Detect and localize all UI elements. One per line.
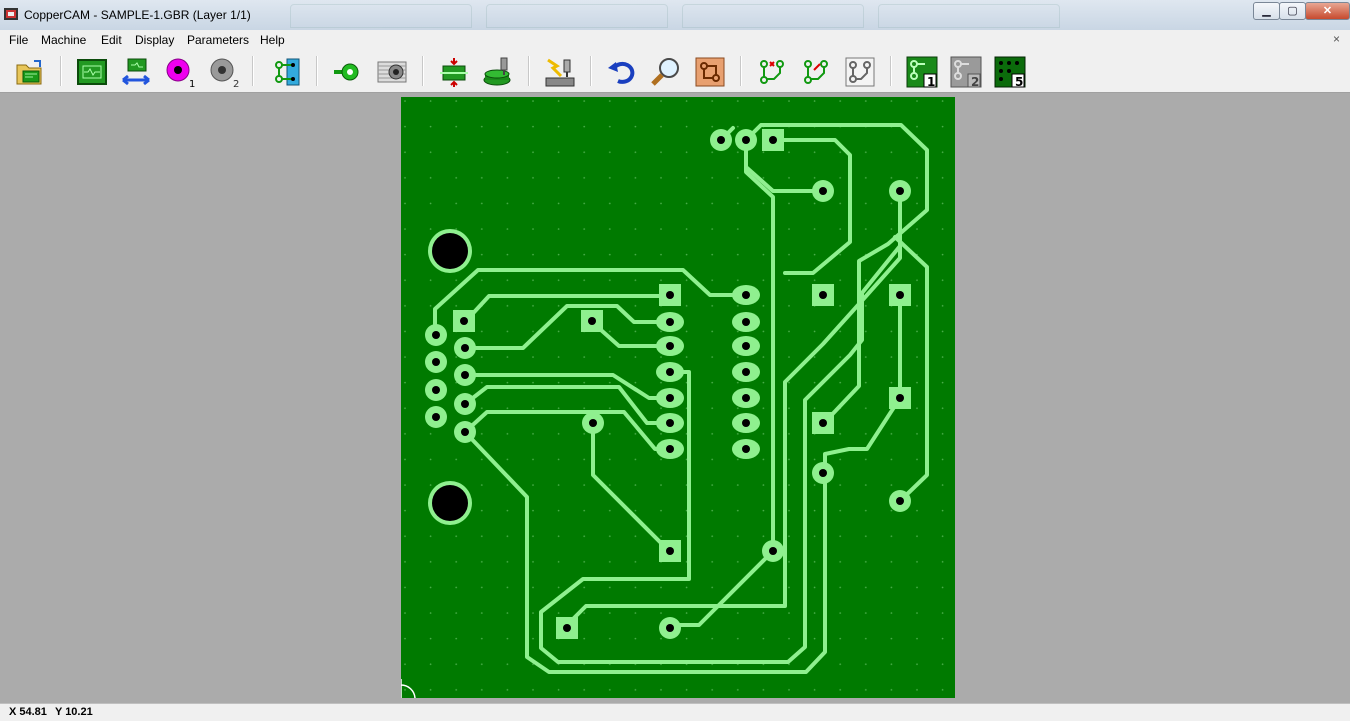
menu-display[interactable]: Display xyxy=(135,33,174,47)
pcb-board[interactable] xyxy=(401,97,955,698)
layer-1-icon[interactable]: 1 xyxy=(906,56,938,88)
title-bar: CopperCAM - SAMPLE-1.GBR (Layer 1/1) ▁ ▢… xyxy=(0,0,1350,31)
track-contour-2-icon[interactable] xyxy=(800,56,832,88)
pad-2-badge: 2 xyxy=(233,79,239,88)
app-icon xyxy=(4,8,18,20)
hatching-icon[interactable] xyxy=(376,56,408,88)
mdi-close-icon[interactable]: × xyxy=(1333,32,1340,46)
menu-file[interactable]: File xyxy=(9,33,28,47)
drilling-icon[interactable] xyxy=(482,56,514,88)
reference-pad-1-icon[interactable]: 1 xyxy=(164,56,196,88)
track-contour-1-icon[interactable] xyxy=(756,56,788,88)
minimize-button[interactable]: ▁ xyxy=(1253,2,1280,20)
layer-5-badge: 5 xyxy=(1015,75,1023,88)
zoom-icon[interactable] xyxy=(650,56,682,88)
layer-2-icon[interactable]: 2 xyxy=(950,56,982,88)
pad-icon[interactable] xyxy=(332,56,364,88)
maximize-button[interactable]: ▢ xyxy=(1279,2,1306,20)
set-contour-icon[interactable] xyxy=(270,56,302,88)
mirror-board-icon[interactable] xyxy=(120,56,152,88)
mill-tool-icon[interactable] xyxy=(544,56,576,88)
calculate-contours-icon[interactable] xyxy=(438,56,470,88)
menu-machine[interactable]: Machine xyxy=(41,33,86,47)
status-bar: X 54.81 Y 10.21 xyxy=(0,703,1350,721)
menu-bar: File Machine Edit Display Parameters Hel… xyxy=(0,30,1350,50)
undo-icon[interactable] xyxy=(606,56,638,88)
reference-pad-2-icon[interactable]: 2 xyxy=(208,56,240,88)
menu-edit[interactable]: Edit xyxy=(101,33,122,47)
toolbar: 1 2 1 2 5 xyxy=(0,50,1350,93)
x-coordinate: X 54.81 xyxy=(9,706,47,718)
copper-board-icon[interactable] xyxy=(694,56,726,88)
y-coordinate: Y 10.21 xyxy=(55,706,93,718)
layer-1-badge: 1 xyxy=(927,75,935,88)
background-tabs xyxy=(290,0,1090,30)
close-button[interactable]: ✕ xyxy=(1305,2,1350,20)
board-view-icon[interactable] xyxy=(76,56,108,88)
window-title: CopperCAM - SAMPLE-1.GBR (Layer 1/1) xyxy=(24,8,251,22)
layer-2-badge: 2 xyxy=(971,75,979,88)
track-contour-3-icon[interactable] xyxy=(844,56,876,88)
open-file-icon[interactable] xyxy=(14,56,46,88)
pad-1-badge: 1 xyxy=(189,79,195,88)
layer-5-icon[interactable]: 5 xyxy=(994,56,1026,88)
menu-parameters[interactable]: Parameters xyxy=(187,33,249,47)
menu-help[interactable]: Help xyxy=(260,33,285,47)
